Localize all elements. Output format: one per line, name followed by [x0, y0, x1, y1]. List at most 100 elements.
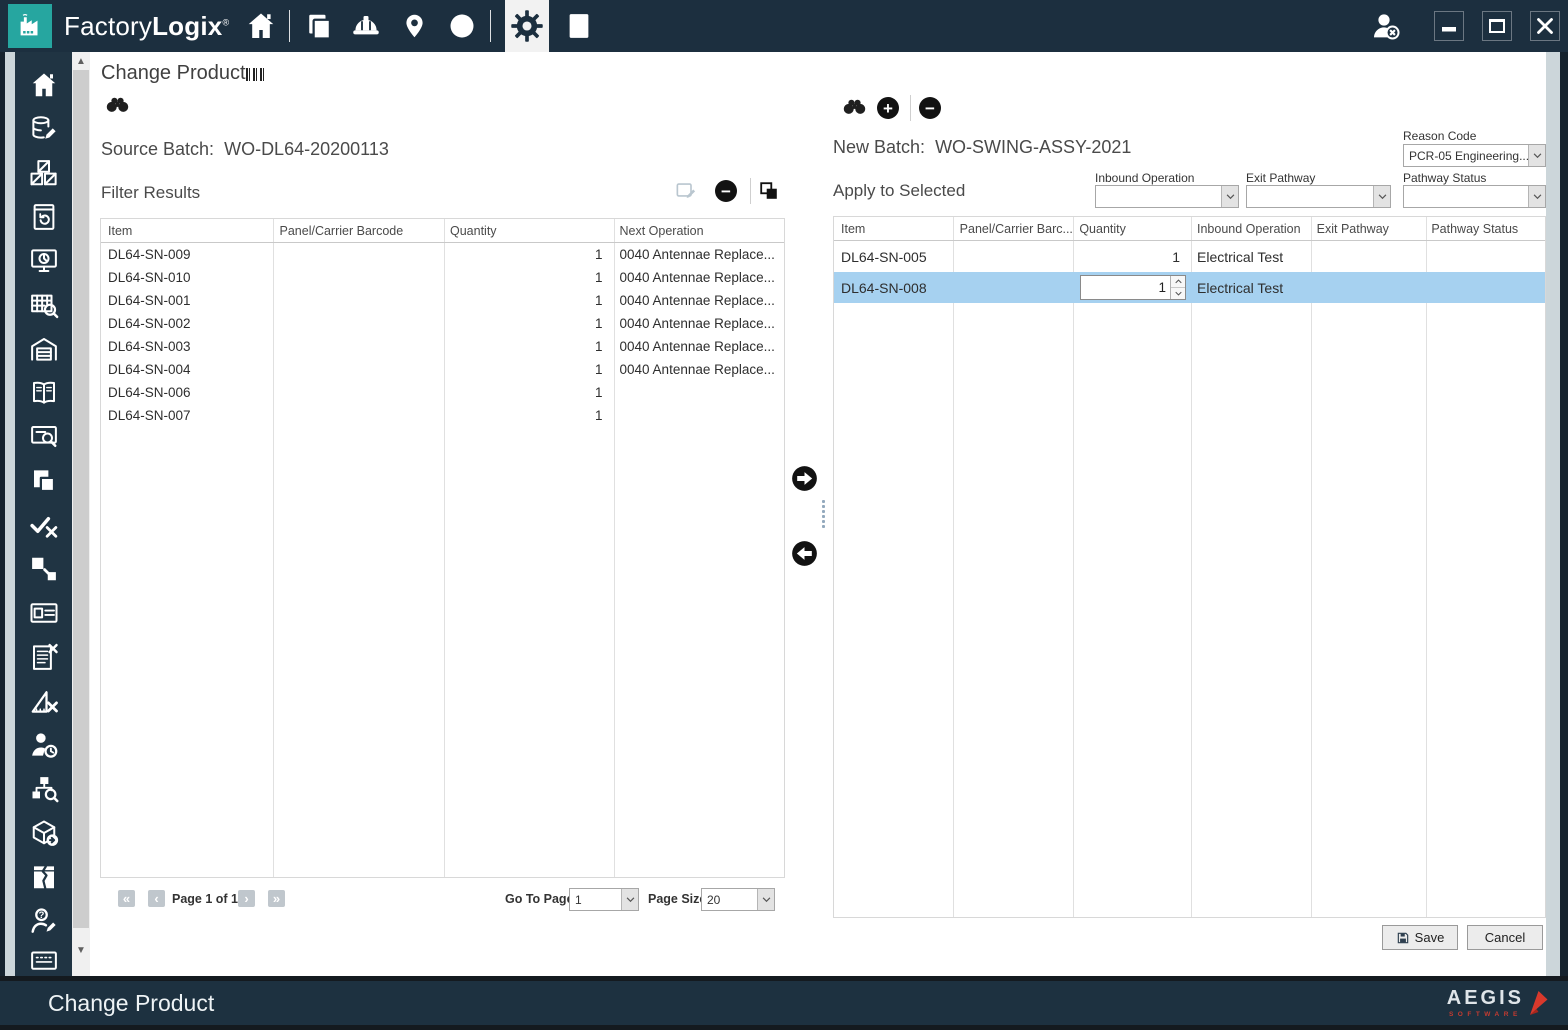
edit-selection-button[interactable] — [675, 180, 697, 205]
window-border-right — [1560, 52, 1568, 976]
book-icon[interactable] — [27, 376, 61, 410]
splitter-grip[interactable] — [822, 500, 825, 528]
next-page-button[interactable]: › — [238, 890, 255, 907]
chevron-down-icon[interactable] — [1528, 186, 1545, 207]
last-page-button[interactable]: » — [268, 890, 285, 907]
id-card-icon[interactable] — [27, 596, 61, 630]
globe-icon[interactable] — [444, 4, 480, 48]
spin-down-icon[interactable] — [1171, 288, 1185, 299]
copy-windows-icon[interactable] — [27, 464, 61, 498]
pathway-status-select[interactable] — [1403, 185, 1546, 208]
select-all-button[interactable] — [758, 180, 780, 207]
monitor-search-icon[interactable] — [27, 420, 61, 454]
minimize-button[interactable] — [1434, 11, 1464, 41]
arrow-right-icon — [791, 465, 818, 492]
move-left-button[interactable] — [791, 540, 818, 572]
spin-up-icon[interactable] — [1171, 276, 1185, 288]
col-panel-barcode[interactable]: Panel/Carrier Barcode — [273, 224, 444, 238]
table-search-icon[interactable] — [27, 288, 61, 322]
chevron-down-icon[interactable] — [1373, 186, 1390, 207]
chevron-down-icon[interactable] — [1221, 186, 1238, 207]
remove-from-filter-button[interactable]: − — [715, 180, 737, 202]
broken-box-icon[interactable] — [27, 860, 61, 894]
chevron-down-icon[interactable] — [757, 889, 774, 910]
col-panel-barcode[interactable]: Panel/Carrier Barc... — [953, 222, 1073, 236]
box-arrow-icon[interactable] — [27, 816, 61, 850]
settings-tab-selected[interactable] — [505, 0, 549, 52]
database-edit-icon[interactable] — [27, 112, 61, 146]
person-clock-icon[interactable] — [27, 728, 61, 762]
ruler-x-icon[interactable] — [27, 684, 61, 718]
table-row[interactable]: DL64-SN-0071 — [101, 404, 784, 427]
warehouse-icon[interactable] — [27, 332, 61, 366]
col-exit-pathway[interactable]: Exit Pathway — [1310, 222, 1425, 236]
table-row-selected[interactable]: DL64-SN-008 1 Electrical Test — [834, 272, 1545, 303]
table-row[interactable]: DL64-SN-00410040 Antennae Replace... — [101, 358, 784, 381]
chevron-down-icon[interactable] — [1528, 145, 1545, 166]
copy-pages-icon[interactable] — [300, 4, 336, 48]
move-right-button[interactable] — [791, 465, 818, 497]
table-row[interactable]: DL64-SN-00110040 Antennae Replace... — [101, 289, 784, 312]
table-row[interactable]: DL64-SN-0061 — [101, 381, 784, 404]
cancel-button[interactable]: Cancel — [1467, 925, 1543, 950]
table-row[interactable]: DL64-SN-00910040 Antennae Replace... — [101, 243, 784, 266]
col-quantity[interactable]: Quantity — [443, 224, 613, 238]
col-next-operation[interactable]: Next Operation — [613, 224, 785, 238]
source-batch: Source Batch: WO-DL64-20200113 — [101, 139, 389, 160]
quantity-stepper[interactable]: 1 — [1080, 275, 1186, 300]
keyboard-icon[interactable] — [27, 948, 61, 976]
maximize-button[interactable] — [1482, 11, 1512, 41]
user-logout-icon[interactable] — [1368, 4, 1404, 48]
goto-page-select[interactable]: 1 — [569, 888, 639, 911]
hard-hat-icon[interactable] — [348, 4, 384, 48]
batch-history-icon[interactable] — [27, 200, 61, 234]
find-target-button[interactable] — [843, 98, 866, 120]
find-source-button[interactable] — [106, 96, 129, 118]
page-size-label: Page Size — [648, 892, 706, 906]
quantity-value[interactable]: 1 — [1081, 276, 1170, 299]
col-pathway-status[interactable]: Pathway Status — [1424, 222, 1545, 236]
col-inbound-operation[interactable]: Inbound Operation — [1190, 222, 1310, 236]
inbound-operation-select[interactable] — [1095, 185, 1239, 208]
reason-code-select[interactable]: PCR-05 Engineering... — [1403, 144, 1546, 167]
table-row[interactable]: DL64-SN-005 1 Electrical Test — [834, 241, 1545, 272]
close-button[interactable] — [1530, 11, 1560, 41]
table-row[interactable]: DL64-SN-00210040 Antennae Replace... — [101, 312, 784, 335]
hierarchy-search-icon[interactable] — [27, 772, 61, 806]
scroll-up-icon[interactable]: ▲ — [72, 52, 90, 70]
page-size-select[interactable]: 20 — [701, 888, 775, 911]
dashboard-monitor-icon[interactable] — [27, 244, 61, 278]
sidebar-scrollbar[interactable]: ▲ ▼ — [72, 52, 90, 976]
toolbar-divider — [750, 178, 751, 204]
inbound-operation-label: Inbound Operation — [1095, 171, 1194, 185]
crates-icon[interactable] — [27, 156, 61, 190]
window-margin-left — [5, 52, 15, 976]
person-question-icon[interactable]: ? — [27, 904, 61, 938]
arrow-left-icon — [791, 540, 818, 567]
col-item[interactable]: Item — [834, 222, 953, 236]
move-square-icon[interactable] — [27, 552, 61, 586]
save-button[interactable]: Save — [1382, 925, 1458, 950]
table-row[interactable]: DL64-SN-00310040 Antennae Replace... — [101, 335, 784, 358]
exit-pathway-select[interactable] — [1246, 185, 1391, 208]
chevron-down-icon[interactable] — [621, 889, 638, 910]
home-icon[interactable] — [243, 4, 279, 48]
scrollbar-thumb[interactable] — [73, 70, 89, 928]
factory-logo-icon — [8, 4, 52, 48]
col-quantity[interactable]: Quantity — [1072, 222, 1190, 236]
batch-history-icon[interactable] — [561, 4, 597, 48]
table-header: Item Panel/Carrier Barcode Quantity Next… — [101, 219, 784, 243]
home-icon[interactable] — [27, 68, 61, 102]
check-x-icon[interactable] — [27, 508, 61, 542]
prev-page-button[interactable]: ‹ — [148, 890, 165, 907]
col-item[interactable]: Item — [101, 224, 273, 238]
remove-from-batch-button[interactable]: − — [919, 97, 941, 119]
add-to-batch-button[interactable]: + — [877, 97, 899, 119]
table-row[interactable]: DL64-SN-01010040 Antennae Replace... — [101, 266, 784, 289]
first-page-button[interactable]: « — [118, 890, 135, 907]
list-x-icon[interactable] — [27, 640, 61, 674]
scroll-down-icon[interactable]: ▼ — [72, 941, 90, 959]
location-pin-icon[interactable] — [396, 4, 432, 48]
pathway-status-label: Pathway Status — [1403, 171, 1486, 185]
toolbar-divider — [490, 10, 491, 42]
